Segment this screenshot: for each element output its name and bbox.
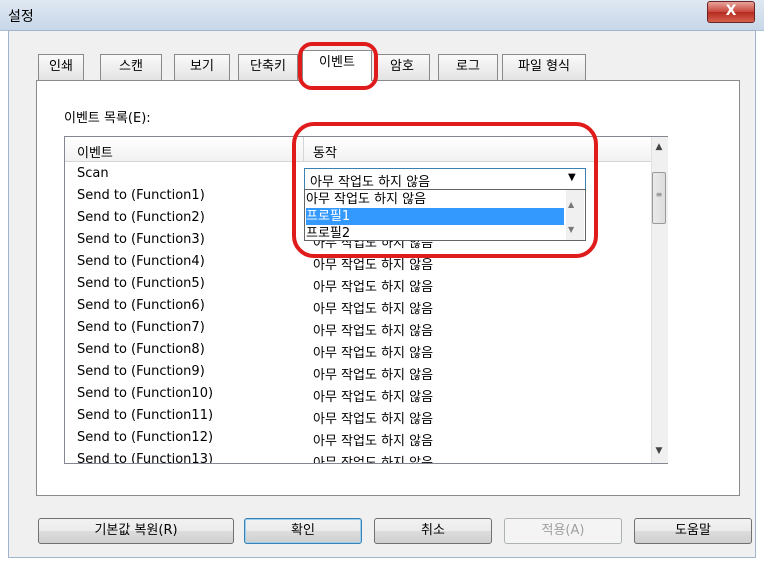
event-name[interactable]: Send to (Function9) — [77, 364, 307, 386]
cancel-button[interactable]: 취소 — [374, 518, 492, 544]
close-button[interactable]: X — [707, 1, 755, 23]
event-name[interactable]: Send to (Function3) — [77, 232, 307, 254]
tab-scan[interactable]: 스캔 — [100, 54, 162, 80]
title-bar[interactable] — [0, 0, 764, 31]
event-action[interactable]: 아무 작업도 하지 않음 — [313, 342, 513, 364]
event-action[interactable]: 아무 작업도 하지 않음 — [313, 364, 513, 386]
tab-print[interactable]: 인쇄 — [38, 54, 84, 80]
tab-shortcut[interactable]: 단축키 — [238, 54, 298, 80]
event-action[interactable]: 아무 작업도 하지 않음 — [313, 408, 513, 430]
event-action[interactable]: 아무 작업도 하지 않음 — [313, 386, 513, 408]
event-action[interactable]: 아무 작업도 하지 않음 — [313, 452, 513, 463]
highlight-dropdown-annotation — [292, 122, 598, 258]
help-button[interactable]: 도움말 — [634, 518, 752, 544]
event-name[interactable]: Send to (Function7) — [77, 320, 307, 342]
column-header-event[interactable]: 이벤트 — [77, 142, 113, 161]
event-name[interactable]: Scan — [77, 166, 307, 188]
scroll-up-icon[interactable]: ▲ — [652, 142, 666, 152]
tab-password[interactable]: 암호 — [374, 54, 430, 80]
apply-button[interactable]: 적용(A) — [504, 518, 622, 544]
event-name[interactable]: Send to (Function5) — [77, 276, 307, 298]
dialog-title: 설정 — [8, 9, 34, 25]
event-name[interactable]: Send to (Function4) — [77, 254, 307, 276]
event-action[interactable]: 아무 작업도 하지 않음 — [313, 320, 513, 342]
ok-button[interactable]: 확인 — [244, 518, 362, 544]
scroll-down-icon[interactable]: ▼ — [652, 446, 666, 456]
event-action[interactable]: 아무 작업도 하지 않음 — [313, 430, 513, 452]
event-name[interactable]: Send to (Function8) — [77, 342, 307, 364]
event-name[interactable]: Send to (Function11) — [77, 408, 307, 430]
event-name[interactable]: Send to (Function13) — [77, 452, 307, 463]
tab-file-format[interactable]: 파일 형식 — [502, 54, 586, 80]
event-name[interactable]: Send to (Function1) — [77, 188, 307, 210]
event-name[interactable]: Send to (Function10) — [77, 386, 307, 408]
event-name[interactable]: Send to (Function6) — [77, 298, 307, 320]
event-name[interactable]: Send to (Function2) — [77, 210, 307, 232]
tab-view[interactable]: 보기 — [174, 54, 230, 80]
grip-icon: ≡ — [655, 190, 663, 199]
event-action[interactable]: 아무 작업도 하지 않음 — [313, 276, 513, 298]
event-list-label: 이벤트 목록(E): — [64, 111, 151, 126]
event-action[interactable]: 아무 작업도 하지 않음 — [313, 298, 513, 320]
event-name[interactable]: Send to (Function12) — [77, 430, 307, 452]
restore-defaults-button[interactable]: 기본값 복원(R) — [38, 518, 234, 544]
tab-log[interactable]: 로그 — [438, 54, 498, 80]
highlight-tab-annotation — [298, 42, 378, 90]
